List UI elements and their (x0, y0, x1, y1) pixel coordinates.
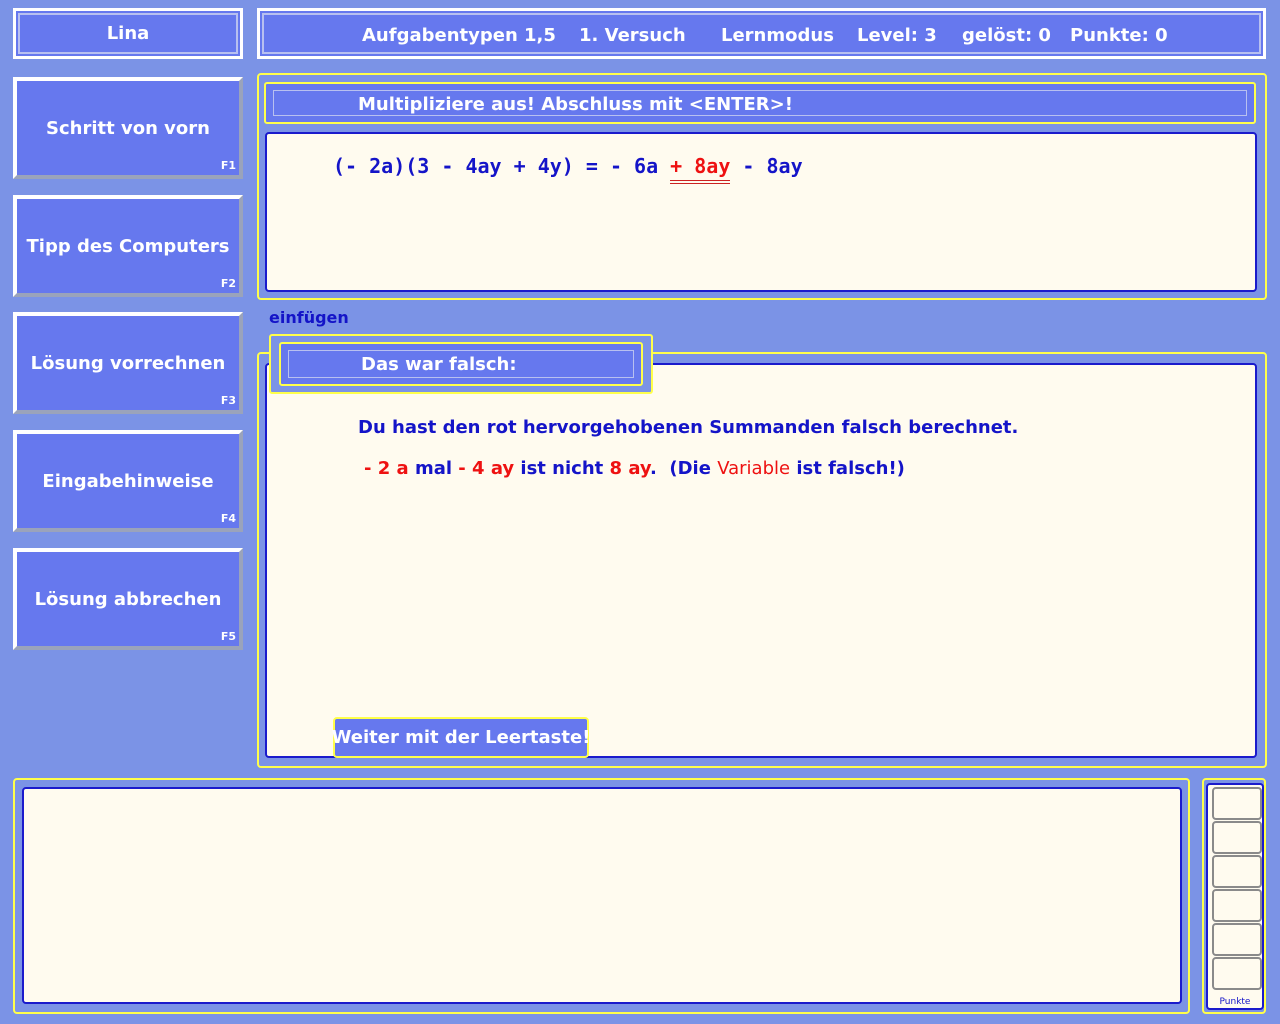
abort-solution-button[interactable]: Lösung abbrechen F5 (13, 548, 243, 650)
status-attempt: 1. Versuch (579, 25, 686, 46)
user-name: Lina (106, 23, 150, 44)
feedback-factor-1: - 2 a (364, 458, 409, 479)
feedback-mal: mal (408, 458, 459, 479)
instruction-bar: Multipliziere aus! Abschluss mit <ENTER>… (264, 82, 1256, 124)
status-points: Punkte: 0 (1070, 25, 1168, 46)
f5-key-hint: F5 (220, 630, 236, 643)
continue-button[interactable]: Weiter mit der Leertaste! (332, 717, 590, 758)
feedback-title: Das war falsch: (361, 354, 517, 375)
show-solution-label: Lösung vorrechnen (30, 352, 226, 374)
computer-tip-label: Tipp des Computers (26, 235, 230, 257)
expression-input-area[interactable]: (- 2a)(3 - 4ay + 4y) = - 6a + 8ay - 8ay (265, 132, 1257, 292)
score-cell (1212, 855, 1262, 888)
score-cell (1212, 787, 1262, 820)
insert-mode-label: einfügen (269, 308, 349, 327)
instruction-text: Multipliziere aus! Abschluss mit <ENTER>… (358, 94, 793, 115)
status-level: Level: 3 (857, 25, 937, 46)
expression-left: (- 2a)(3 - 4ay + 4y) = - 6a (333, 154, 671, 178)
feedback-ist-nicht: ist nicht (514, 458, 610, 479)
score-cell (1212, 821, 1262, 854)
score-label: Punkte (1219, 997, 1251, 1007)
feedback-line-2: - 2 a mal - 4 ay ist nicht 8 ay. (Die Va… (364, 458, 905, 479)
status-task-types: Aufgabentypen 1,5 (362, 25, 556, 46)
status-mode: Lernmodus (721, 25, 834, 46)
f3-key-hint: F3 (220, 394, 236, 407)
score-cell (1212, 957, 1262, 990)
feedback-area: Du hast den rot hervorgehobenen Summande… (265, 363, 1257, 758)
expression-right: - 8ay (730, 154, 803, 178)
feedback-dot: . (Die (650, 458, 718, 479)
score-column: Punkte (1206, 783, 1264, 1010)
expression-line: (- 2a)(3 - 4ay + 4y) = - 6a + 8ay - 8ay (333, 154, 803, 184)
expression-wrong-summand: + 8ay (670, 154, 731, 184)
feedback-end: ist falsch!) (790, 458, 905, 479)
feedback-title-bar: Das war falsch: (279, 342, 643, 386)
feedback-factor-2: - 4 ay (458, 458, 515, 479)
status-bar: Aufgabentypen 1,5 1. Versuch Lernmodus L… (257, 8, 1266, 59)
score-cell (1212, 889, 1262, 922)
feedback-line-1: Du hast den rot hervorgehobenen Summande… (358, 417, 1019, 438)
notes-area (22, 787, 1182, 1004)
computer-tip-button[interactable]: Tipp des Computers F2 (13, 195, 243, 297)
restart-step-button[interactable]: Schritt von vorn F1 (13, 77, 243, 179)
input-hints-button[interactable]: Eingabehinweise F4 (13, 430, 243, 532)
input-hints-label: Eingabehinweise (42, 470, 214, 492)
feedback-title-box: Das war falsch: (269, 334, 653, 394)
f1-key-hint: F1 (220, 159, 236, 172)
abort-solution-label: Lösung abbrechen (34, 588, 222, 610)
status-solved: gelöst: 0 (962, 25, 1051, 46)
score-cell (1212, 923, 1262, 956)
f2-key-hint: F2 (220, 277, 236, 290)
feedback-result: 8 ay (609, 458, 650, 479)
show-solution-button[interactable]: Lösung vorrechnen F3 (13, 312, 243, 414)
restart-step-label: Schritt von vorn (46, 117, 210, 139)
f4-key-hint: F4 (220, 512, 236, 525)
user-name-box: Lina (13, 8, 243, 59)
feedback-variable: Variable (717, 458, 791, 479)
